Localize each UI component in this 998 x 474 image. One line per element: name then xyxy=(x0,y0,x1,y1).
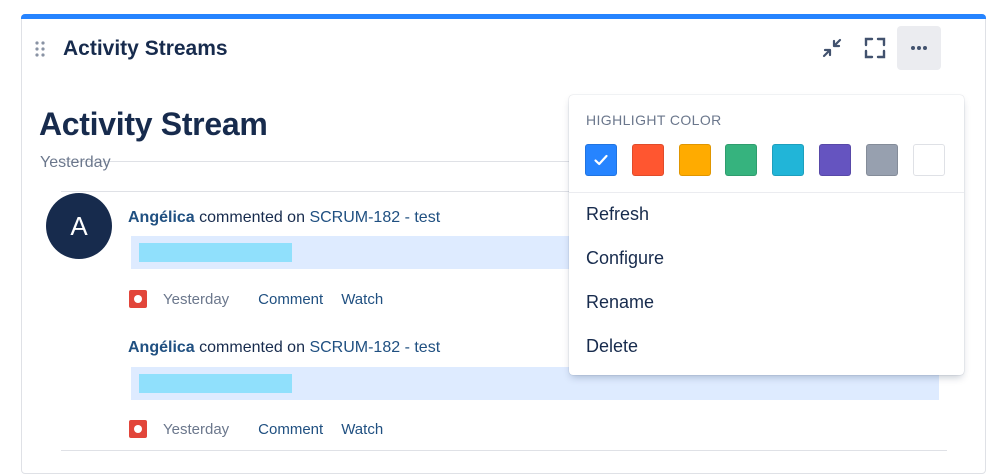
comment-highlight xyxy=(139,243,292,262)
timestamp: Yesterday xyxy=(163,290,230,308)
color-swatch-red[interactable] xyxy=(632,144,664,176)
minimize-icon xyxy=(822,38,842,58)
issue-link[interactable]: SCRUM-182 - test xyxy=(309,339,440,356)
gadget-actions-menu: HIGHLIGHT COLOR Refresh Configure Rename… xyxy=(569,95,964,375)
more-actions-button[interactable] xyxy=(897,26,941,70)
activity-meta: Yesterday Comment Watch xyxy=(129,289,401,309)
menu-item-refresh[interactable]: Refresh xyxy=(586,204,649,225)
color-swatch-green[interactable] xyxy=(725,144,757,176)
timestamp: Yesterday xyxy=(163,420,230,438)
watch-link[interactable]: Watch xyxy=(341,421,383,438)
maximize-icon xyxy=(864,37,886,59)
entry-divider xyxy=(61,450,947,451)
bug-icon xyxy=(129,420,147,438)
drag-handle-icon[interactable] xyxy=(33,40,47,58)
day-label: Yesterday xyxy=(40,154,111,171)
highlight-color-heading: HIGHLIGHT COLOR xyxy=(586,112,722,128)
comment-link[interactable]: Comment xyxy=(258,421,323,438)
color-swatch-purple[interactable] xyxy=(819,144,851,176)
gadget-title: Activity Streams xyxy=(63,37,228,60)
watch-link[interactable]: Watch xyxy=(341,291,383,308)
activity-entry-line: Angélica commented on SCRUM-182 - test xyxy=(128,209,440,227)
check-icon xyxy=(594,154,608,166)
color-swatch-grey[interactable] xyxy=(866,144,898,176)
action-text: commented on xyxy=(199,209,305,226)
user-link[interactable]: Angélica xyxy=(128,209,195,226)
comment-link[interactable]: Comment xyxy=(258,291,323,308)
activity-meta: Yesterday Comment Watch xyxy=(129,419,401,439)
gadget-accent-bar xyxy=(21,14,986,19)
menu-item-delete[interactable]: Delete xyxy=(586,336,638,357)
user-link[interactable]: Angélica xyxy=(128,339,195,356)
menu-item-rename[interactable]: Rename xyxy=(586,292,654,313)
activity-entry-line: Angélica commented on SCRUM-182 - test xyxy=(128,339,440,357)
avatar[interactable]: A xyxy=(46,193,112,259)
color-swatch-yellow[interactable] xyxy=(679,144,711,176)
bug-icon xyxy=(129,290,147,308)
color-swatch-teal[interactable] xyxy=(772,144,804,176)
color-swatch-blue[interactable] xyxy=(585,144,617,176)
issue-link[interactable]: SCRUM-182 - test xyxy=(309,209,440,226)
action-text: commented on xyxy=(199,339,305,356)
more-icon xyxy=(911,46,927,50)
menu-item-configure[interactable]: Configure xyxy=(586,248,664,269)
stream-title: Activity Stream xyxy=(39,106,268,142)
maximize-button[interactable] xyxy=(853,26,897,70)
minimize-button[interactable] xyxy=(810,26,854,70)
color-swatch-white[interactable] xyxy=(913,144,945,176)
menu-divider xyxy=(569,192,964,193)
comment-highlight xyxy=(139,374,292,393)
